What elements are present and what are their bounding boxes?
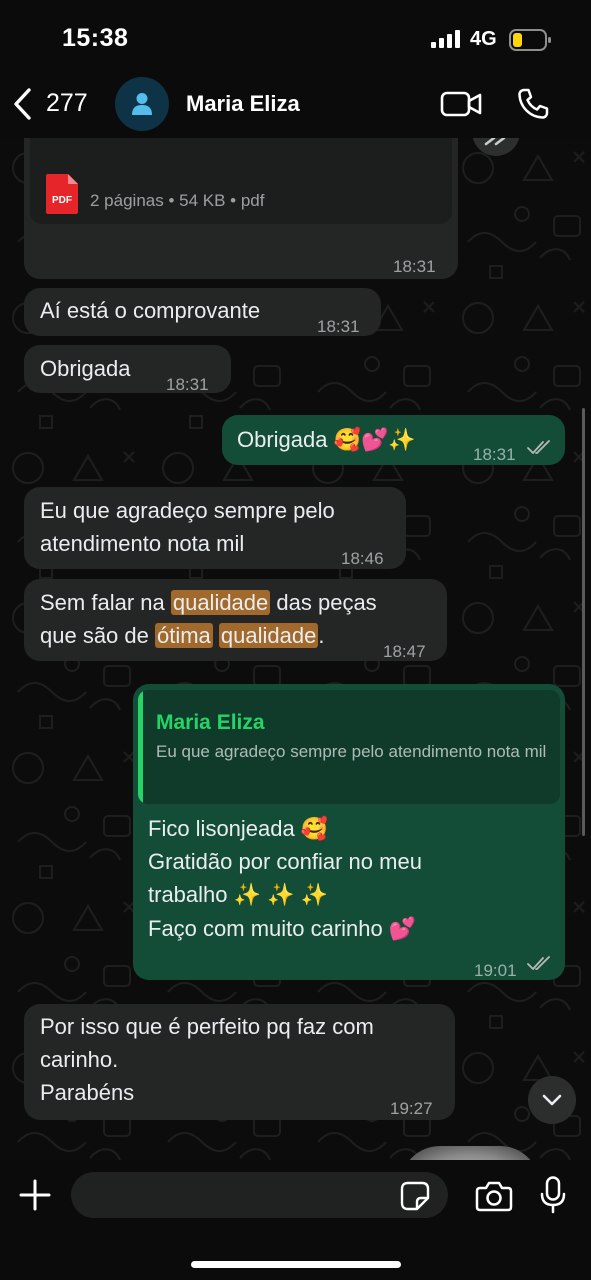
scroll-to-bottom-button[interactable] — [528, 1076, 576, 1124]
quote-author: Maria Eliza — [156, 711, 265, 734]
forward-button[interactable] — [472, 138, 520, 156]
message-text-line: Gratidão por confiar no meu — [148, 849, 422, 874]
home-indicator — [191, 1261, 401, 1268]
message-text-line: Faço com muito carinho 💕 — [148, 916, 417, 941]
contact-name[interactable]: Maria Eliza — [186, 91, 300, 117]
avatar-icon — [132, 93, 152, 115]
search-highlight: qualidade — [170, 590, 271, 615]
message-input[interactable] — [71, 1172, 448, 1218]
pdf-icon: PDF — [46, 174, 78, 214]
message-outgoing[interactable]: Obrigada 🥰💕✨ 18:31 — [222, 415, 565, 465]
double-check-icon — [527, 956, 550, 970]
battery-icon — [509, 29, 551, 51]
message-incoming[interactable]: Aí está o comprovante 18:31 — [24, 288, 381, 336]
search-highlight: ótima — [154, 623, 213, 648]
plus-icon[interactable] — [18, 1178, 52, 1212]
message-text-line: carinho. — [40, 1047, 119, 1072]
message-incoming[interactable]: Eu que agradeço sempre pelo atendimento … — [24, 487, 406, 569]
sticker-icon[interactable] — [400, 1181, 430, 1211]
message-text-line: trabalho ✨ ✨ ✨ — [148, 882, 329, 907]
message-text-line: Por isso que é perfeito pq faz com — [40, 1014, 374, 1039]
quoted-message[interactable]: Maria Eliza Eu que agradeço sempre pelo … — [138, 690, 560, 804]
pdf-attachment-card[interactable]: PDF 2 páginas • 54 KB • pdf — [30, 138, 452, 224]
message-text-line: atendimento nota mil — [40, 531, 245, 556]
message-text: Obrigada 🥰💕✨ — [237, 427, 416, 452]
signal-icon — [431, 30, 460, 48]
message-time: 19:27 — [390, 1099, 433, 1118]
svg-text:PDF: PDF — [52, 195, 72, 206]
message-time: 19:01 — [474, 961, 517, 980]
message-incoming[interactable]: Por isso que é perfeito pq faz com carin… — [24, 1004, 455, 1120]
network-label: 4G — [470, 28, 497, 50]
message-incoming-pdf[interactable]: PDF 2 páginas • 54 KB • pdf 18:31 — [24, 138, 458, 279]
double-check-icon — [527, 440, 550, 454]
quote-text: Eu que agradeço sempre pelo atendimento … — [156, 742, 547, 761]
message-time: 18:31 — [393, 257, 436, 276]
message-time: 18:46 — [341, 549, 384, 568]
message-text-line: Fico lisonjeada 🥰 — [148, 816, 329, 841]
search-highlight: qualidade — [218, 623, 319, 648]
quote-accent-bar — [138, 690, 143, 804]
chevron-down-icon — [542, 1094, 562, 1106]
input-bar — [0, 1160, 591, 1280]
message-outgoing-reply[interactable]: Maria Eliza Eu que agradeço sempre pelo … — [133, 684, 565, 980]
camera-icon[interactable] — [475, 1180, 513, 1212]
chat-scrollbar[interactable] — [582, 408, 585, 836]
message-incoming[interactable]: Sem falar na qualidade das peças que são… — [24, 579, 447, 661]
back-icon[interactable] — [10, 86, 36, 122]
message-text-line: Eu que agradeço sempre pelo — [40, 498, 335, 523]
avatar[interactable] — [115, 77, 169, 131]
message-incoming[interactable]: Obrigada 18:31 — [24, 345, 231, 394]
message-text-line: Parabéns — [40, 1080, 135, 1105]
forward-icon — [484, 138, 506, 146]
message-text-line: que são de ótima qualidade. — [40, 623, 325, 648]
message-time: 18:47 — [383, 642, 426, 661]
message-time: 18:31 — [166, 375, 209, 394]
back-unread-count[interactable]: 277 — [46, 89, 88, 118]
pdf-meta: 2 páginas • 54 KB • pdf — [90, 191, 265, 210]
message-text-line: Sem falar na qualidade das peças — [40, 590, 377, 615]
message-time: 18:31 — [473, 445, 516, 464]
video-call-icon[interactable] — [440, 90, 482, 118]
chat-area[interactable]: PDF 2 páginas • 54 KB • pdf 18:31 Aí est… — [0, 138, 591, 1160]
message-text: Obrigada — [40, 356, 131, 381]
status-bar: 15:38 4G — [0, 0, 591, 78]
status-time: 15:38 — [62, 24, 129, 52]
chat-header: 277 Maria Eliza — [0, 70, 591, 138]
phone-icon[interactable] — [516, 87, 550, 121]
message-time: 18:31 — [317, 317, 360, 336]
message-text: Aí está o comprovante — [40, 298, 261, 323]
microphone-icon[interactable] — [540, 1176, 566, 1214]
